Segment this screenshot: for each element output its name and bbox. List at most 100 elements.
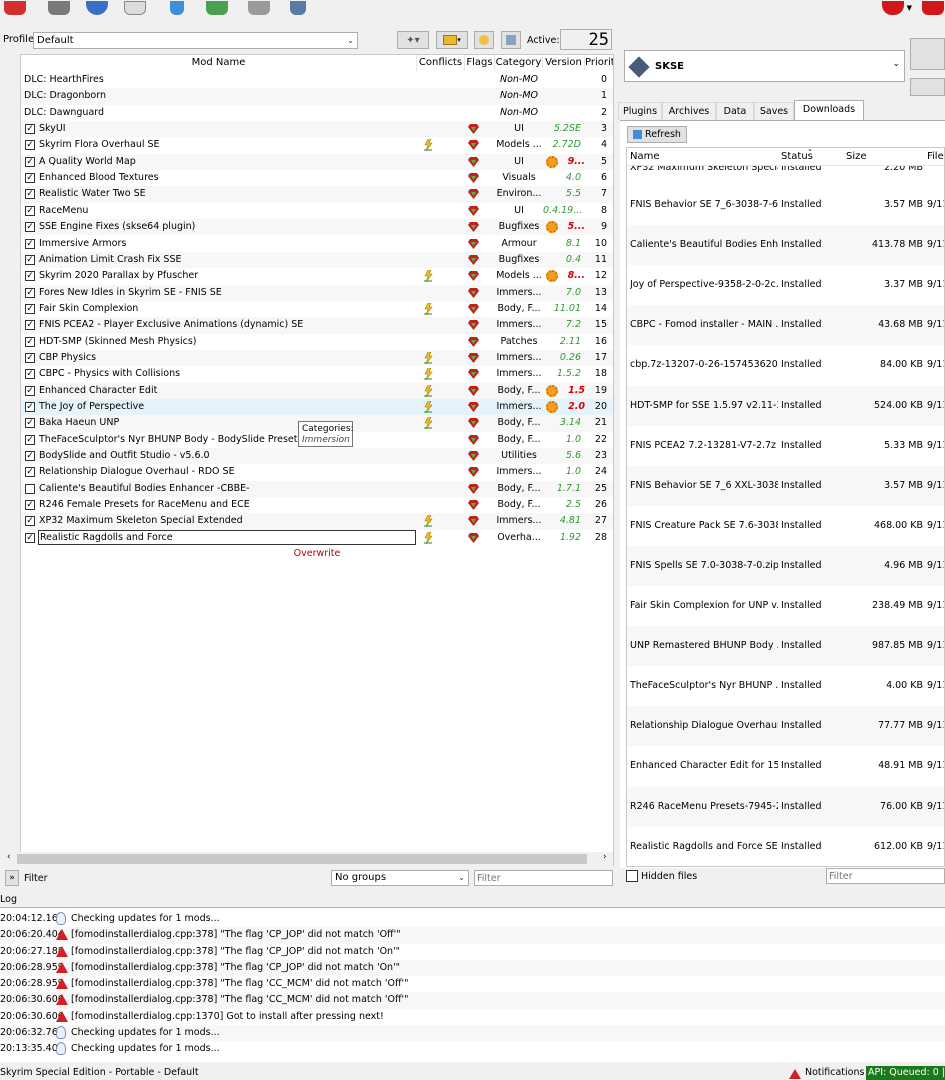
downloads-filter-input[interactable] [826,868,945,884]
download-row[interactable]: Relationship Dialogue Overhaul ... Instal… [627,706,944,747]
mod-enabled-checkbox[interactable]: ✓ [25,238,35,249]
mod-enabled-checkbox[interactable]: ✓ [25,205,35,216]
mod-enabled-checkbox[interactable]: ✓ [25,189,35,200]
update-button[interactable] [918,0,945,16]
mod-enabled-checkbox[interactable]: ✓ [25,287,35,298]
mod-enabled-checkbox[interactable]: ✓ [25,500,35,511]
header-dl-name[interactable]: Name [630,151,660,162]
download-row[interactable]: Caliente's Beautiful Bodies Enha... Insta… [627,225,944,266]
mod-enabled-checkbox[interactable]: ✓ [25,156,35,167]
mod-row[interactable]: ✓ R246 Female Presets for RaceMenu and EC… [21,497,613,513]
shortcut-button[interactable] [910,78,945,96]
download-row[interactable]: FNIS Creature Pack SE 7.6-3038-... Instal… [627,506,944,546]
profile-select[interactable]: Default ⌄ [33,32,358,49]
download-row[interactable]: FNIS Spells SE 7.0-3038-7-0.zip Installed… [627,545,944,586]
tab-data[interactable]: Data [716,102,754,120]
mod-list-horizontal-scrollbar[interactable]: ‹ › [5,852,613,866]
mod-row[interactable]: ✓ SSE Engine Fixes (skse64 plugin) Bugfixe… [21,219,613,236]
download-row[interactable]: FNIS PCEA2 7.2-13281-V7-2.7z Installed 5.3… [627,426,944,466]
refresh-toolbar-button[interactable] [162,0,192,16]
mod-enabled-checkbox[interactable]: ✓ [25,418,35,429]
header-dl-size[interactable]: Size [846,151,867,162]
scroll-thumb[interactable] [17,854,587,864]
download-row[interactable]: R246 RaceMenu Presets-7945-2-... Installe… [627,786,944,827]
mod-row[interactable]: ✓ FNIS PCEA2 - Player Exclusive Animation… [21,317,613,334]
endorse-button[interactable]: ▼ [882,0,912,16]
mod-enabled-checkbox[interactable] [25,483,35,494]
mod-row[interactable]: ✓ Fores New Idles in Skyrim SE - FNIS SE I… [21,284,613,301]
restore-button[interactable] [501,31,521,49]
open-folder-button[interactable]: ▾ [436,31,468,49]
mod-row[interactable]: ✓ BodySlide and Outfit Studio - v5.6.0 Uti… [21,448,613,465]
mod-row[interactable]: ✓ Enhanced Blood Textures Visuals 4.0 6 [21,170,613,186]
header-conflicts[interactable]: Conflicts [417,55,465,71]
mod-enabled-checkbox[interactable]: ✓ [25,385,35,396]
mod-row[interactable]: DLC: Dragonborn Non-MO 1 [21,88,613,105]
tab-saves[interactable]: Saves [754,102,794,120]
mod-enabled-checkbox[interactable]: ✓ [25,222,35,233]
download-row[interactable]: FNIS Behavior SE 7_6-3038-7-6-... Install… [627,185,944,225]
mod-enabled-checkbox[interactable]: ✓ [25,336,35,347]
mod-enabled-checkbox[interactable]: ✓ [25,434,35,445]
mod-row[interactable]: ✓ CBPC - Physics with Collisions Immers...… [21,366,613,382]
hidden-files-checkbox[interactable] [626,870,638,882]
mod-row[interactable]: ✓ Enhanced Character Edit Body, F... 1.5 19 [21,382,613,399]
mod-enabled-checkbox[interactable]: ✓ [25,369,35,380]
mod-enabled-checkbox[interactable]: ✓ [25,303,35,314]
mod-enabled-checkbox[interactable]: ✓ [25,140,35,151]
header-mod-name[interactable]: Mod Name [21,55,417,71]
scroll-left-icon[interactable]: ‹ [7,852,11,862]
mod-filter-input[interactable] [474,870,613,886]
header-flags[interactable]: Flags [465,55,495,71]
mod-row[interactable]: ✓ Fair Skin Complexion Body, F... 11.01 14 [21,301,613,317]
install-mod-button[interactable] [0,0,30,16]
download-row[interactable]: FNIS Behavior SE 7_6 XXL-3038-... Install… [627,465,944,506]
globe-button[interactable] [82,0,112,16]
header-dl-filetime[interactable]: Filet [927,151,944,162]
tab-downloads[interactable]: Downloads [794,100,864,120]
mod-enabled-checkbox[interactable]: ✓ [25,402,35,412]
mod-row[interactable]: ✓ SkyUI UI 5.2SE 3 [21,121,613,138]
mod-enabled-checkbox[interactable]: ✓ [25,451,35,462]
mod-row[interactable]: ✓ A Quality World Map UI 9... 5 [21,153,613,171]
settings-button[interactable] [244,0,274,16]
download-row[interactable]: TheFaceSculptor's Nyr BHUNP ... Installed… [627,666,944,706]
mod-row[interactable]: DLC: Dawnguard Non-MO 2 [21,105,613,121]
download-row[interactable]: Enhanced Character Edit for 159...Instal… [627,746,944,786]
mod-row[interactable]: ✓ HDT-SMP (Skinned Mesh Physics) Patches 2.… [21,334,613,350]
mod-row[interactable]: ✓ Realistic Ragdolls and Force Overha... 1.… [21,529,613,546]
mod-row[interactable]: DLC: HearthFires Non-MO 0 [21,72,613,88]
mod-enabled-checkbox[interactable]: ✓ [25,352,35,363]
tab-plugins[interactable]: Plugins [618,102,662,120]
mod-row[interactable]: ✓ Animation Limit Crash Fix SSE Bugfixes 0.… [21,251,613,269]
mod-row[interactable]: ✓ XP32 Maximum Skeleton Special Extended I… [21,513,613,530]
tools-button[interactable] [202,0,232,16]
mod-enabled-checkbox[interactable]: ✓ [25,467,35,478]
nexus-button[interactable] [44,0,74,16]
mod-enabled-checkbox[interactable]: ✓ [25,173,35,184]
mod-enabled-checkbox[interactable]: ✓ [25,124,35,135]
mod-row[interactable]: Caliente's Beautiful Bodies Enhancer -CB… [21,480,613,498]
mod-enabled-checkbox[interactable]: ✓ [25,532,35,543]
mod-row[interactable]: ✓ Relationship Dialogue Overhaul - RDO SE… [21,464,613,480]
notifications-button[interactable]: Notifications [805,1066,864,1080]
wrench-button[interactable] [283,0,313,16]
profiles-button[interactable] [120,0,150,16]
wand-menu-button[interactable]: ✦▾ [397,31,429,49]
header-category[interactable]: Category [495,55,543,71]
mod-row[interactable]: ✓ RaceMenu UI 0.4.19... 8 [21,203,613,219]
executable-select[interactable]: SKSE ⌄ [624,50,905,82]
mod-enabled-checkbox[interactable]: ✓ [25,320,35,331]
download-row[interactable]: Realistic Ragdolls and Force SE-... Insta… [627,827,944,866]
download-row[interactable]: Joy of Perspective-9358-2-0-2c.7z Install… [627,265,944,305]
download-row[interactable]: Fair Skin Complexion for UNP v... Install… [627,586,944,626]
log-panel[interactable]: 20:04:12.163 Checking updates for 1 mods.… [0,907,945,1062]
mod-row[interactable]: ✓ CBP Physics Immers... 0.26 17 [21,349,613,367]
tab-archives[interactable]: Archives [662,102,716,120]
mod-row[interactable]: ✓ Realistic Water Two SE Environ... 5.5 7 [21,186,613,203]
refresh-button[interactable]: Refresh [627,126,687,143]
backup-button[interactable] [474,31,494,49]
mod-row[interactable]: ✓ Skyrim Flora Overhaul SE Models ... 2.72D… [21,137,613,153]
download-row[interactable]: UNP Remastered BHUNP Body ... Installed 98… [627,626,944,667]
header-version[interactable]: Version [543,55,585,71]
